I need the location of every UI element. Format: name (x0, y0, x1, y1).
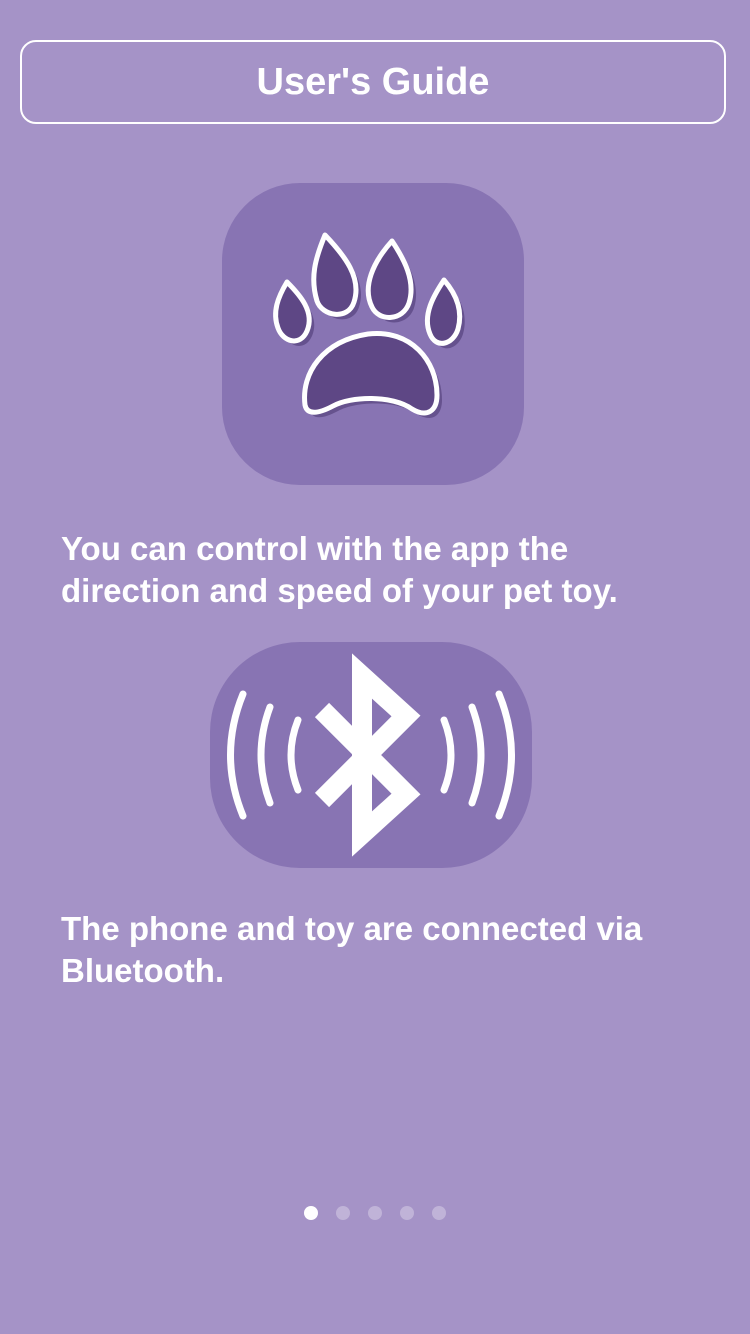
signal-wave-right-outer (495, 690, 515, 820)
paw-toe-1 (311, 232, 359, 317)
step-2-caption: The phone and toy are connected via Blue… (61, 910, 643, 989)
signal-wave-left-middle (257, 703, 274, 807)
page-dot-2[interactable] (336, 1206, 350, 1220)
page-dot-5[interactable] (432, 1206, 446, 1220)
users-guide-title: User's Guide (256, 60, 490, 103)
step-1-caption: You can control with the app the directi… (61, 530, 618, 609)
page-dot-1[interactable] (304, 1206, 318, 1220)
paw-tile (222, 183, 524, 485)
paw-toe-4 (424, 277, 463, 346)
bluetooth-icon (227, 653, 515, 857)
signal-wave-left-inner (287, 716, 302, 794)
users-guide-button[interactable]: User's Guide (20, 40, 726, 124)
page-dot-3[interactable] (368, 1206, 382, 1220)
page-dot-4[interactable] (400, 1206, 414, 1220)
signal-wave-left-outer (227, 690, 247, 820)
signal-wave-right-middle (468, 703, 485, 807)
paw-toe-2 (365, 238, 414, 320)
paw-icon (273, 232, 465, 418)
bluetooth-rune (314, 653, 421, 857)
paw-toe-3 (273, 279, 312, 344)
bluetooth-tile (210, 642, 532, 868)
signal-wave-right-inner (440, 716, 455, 794)
page-indicator[interactable] (0, 1206, 750, 1220)
